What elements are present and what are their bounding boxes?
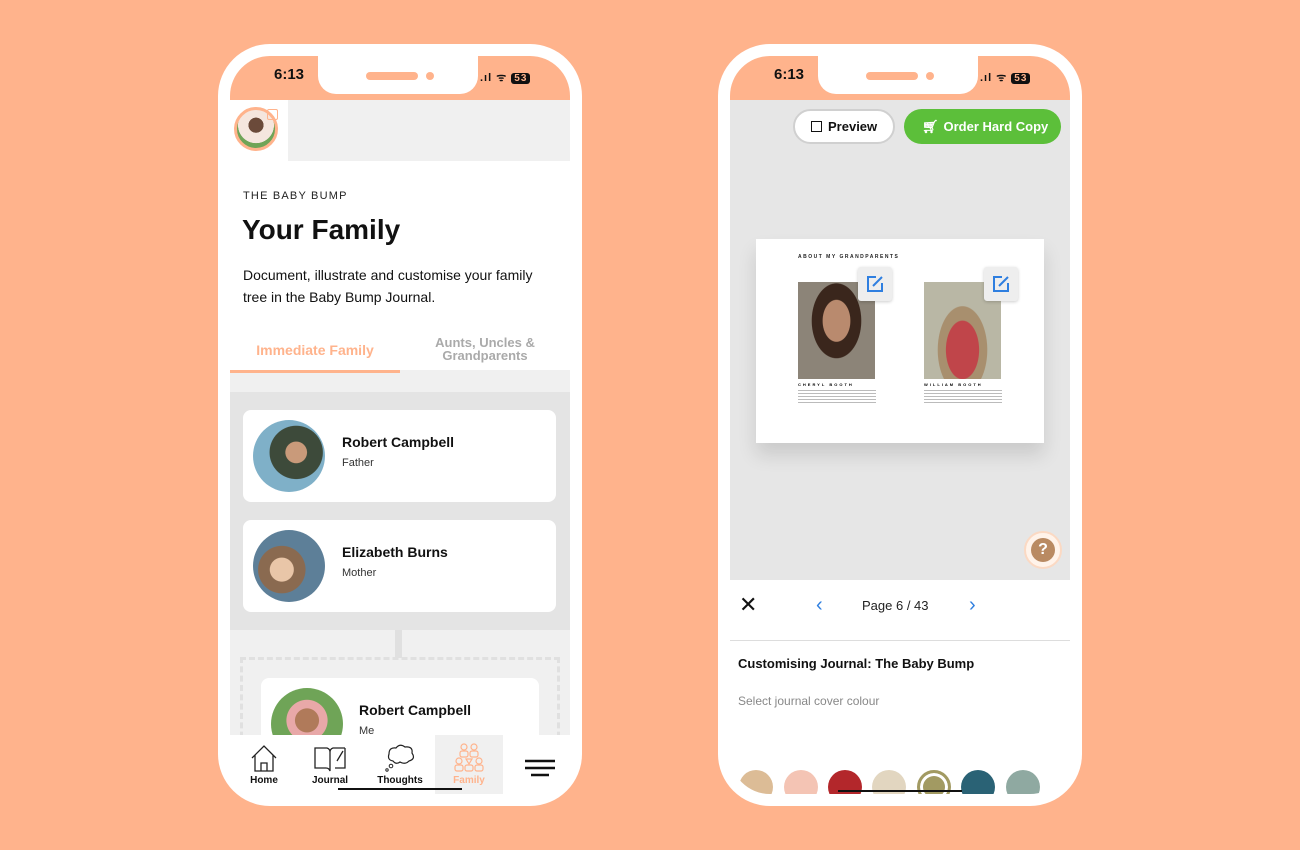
crop-icon: [811, 121, 822, 132]
member-photo: [253, 530, 325, 602]
journal-page: ABOUT MY GRANDPARENTS CHERYL BOOTH WILLI…: [756, 239, 1044, 443]
help-button[interactable]: ?: [1024, 531, 1062, 569]
edit-icon: [993, 276, 1009, 292]
tab-indicator: [230, 370, 400, 373]
nav-label: Thoughts: [377, 775, 423, 786]
edit-photo-button[interactable]: [984, 267, 1018, 301]
family-member-card[interactable]: Robert Campbell Father: [243, 410, 556, 502]
member-relation: Father: [342, 457, 374, 469]
next-page-button[interactable]: ›: [969, 594, 976, 617]
order-hard-copy-button[interactable]: 🛒︎ Order Hard Copy: [904, 109, 1061, 144]
status-bar: 6:13 .ıl ᯤ 53: [730, 56, 1070, 100]
page-title: Your Family: [242, 214, 401, 245]
body-text-lines: [798, 390, 876, 404]
tab-immediate-family[interactable]: Immediate Family: [230, 342, 400, 372]
preview-label: Preview: [828, 119, 878, 134]
nav-label: Family: [453, 775, 485, 786]
cart-icon: 🛒︎: [922, 119, 939, 134]
nav-journal[interactable]: Journal: [296, 735, 364, 794]
eyebrow: THE BABY BUMP: [243, 190, 348, 202]
nav-thoughts[interactable]: Thoughts: [366, 735, 434, 794]
member-photo: [253, 420, 325, 492]
edit-photo-button[interactable]: [858, 267, 892, 301]
clock: 6:13: [274, 66, 305, 83]
member-name: Robert Campbell: [359, 702, 472, 718]
colour-swatch[interactable]: [784, 770, 818, 794]
signal-wifi-battery: .ıl ᯤ 53: [480, 70, 531, 85]
colour-label: Select journal cover colour: [738, 694, 880, 708]
tab-label: Aunts, Uncles & Grandparents: [435, 335, 535, 363]
nav-label: Home: [250, 775, 278, 786]
member-name: Elizabeth Burns: [342, 544, 448, 560]
colour-swatch[interactable]: [961, 770, 995, 794]
status-bar: 6:13 .ıl ᯤ 53: [230, 56, 570, 100]
battery-icon: 53: [1011, 73, 1031, 84]
page-description: Document, illustrate and customise your …: [243, 267, 533, 305]
nav-home[interactable]: Home: [230, 735, 298, 794]
edit-icon: [867, 276, 883, 292]
member-name: Robert Campbell: [342, 434, 455, 450]
page-indicator: Page 6 / 43: [862, 598, 929, 613]
help-icon: ?: [1031, 538, 1055, 562]
phone-family: 6:13 .ıl ᯤ 53 THE BABY BUMP Your Family D…: [218, 44, 582, 806]
clock: 6:13: [774, 66, 805, 83]
member-relation: Mother: [342, 567, 377, 579]
bottom-nav: Home Journal Thoughts Family: [230, 735, 570, 794]
nav-menu[interactable]: [506, 735, 570, 794]
home-indicator: [838, 790, 962, 792]
phone-journal-preview: 6:13 .ıl ᯤ 53 Preview 🛒︎ Order Hard Copy A…: [718, 44, 1082, 806]
page-heading: ABOUT MY GRANDPARENTS: [798, 254, 900, 260]
tree-connector: [395, 630, 402, 658]
home-indicator: [338, 788, 462, 790]
customising-title: Customising Journal: The Baby Bump: [738, 656, 975, 671]
tab-aunts-uncles[interactable]: Aunts, Uncles & Grandparents: [415, 336, 555, 362]
colour-swatch[interactable]: [739, 770, 773, 794]
tab-label: Immediate Family: [256, 342, 374, 358]
preview-button[interactable]: Preview: [793, 109, 895, 144]
home-icon: [251, 745, 277, 772]
colour-swatch[interactable]: [1006, 770, 1040, 794]
nav-label: Journal: [311, 775, 349, 786]
journal-icon: [314, 747, 346, 772]
battery-icon: 53: [511, 73, 531, 84]
family-member-card[interactable]: Elizabeth Burns Mother: [243, 520, 556, 612]
grandparent-name: WILLIAM BOOTH: [924, 382, 983, 387]
thought-cloud-icon: [385, 744, 415, 772]
body-text-lines: [924, 390, 1002, 404]
close-button[interactable]: ✕: [739, 592, 757, 618]
prev-page-button[interactable]: ‹: [816, 594, 823, 617]
family-icon: [454, 743, 484, 772]
signal-wifi-battery: .ıl ᯤ 53: [980, 70, 1031, 85]
nav-family[interactable]: Family: [435, 735, 503, 794]
order-label: Order Hard Copy: [943, 119, 1049, 134]
menu-icon: [525, 759, 555, 777]
edit-icon[interactable]: [267, 109, 278, 120]
grandparent-name: CHERYL BOOTH: [798, 382, 854, 387]
